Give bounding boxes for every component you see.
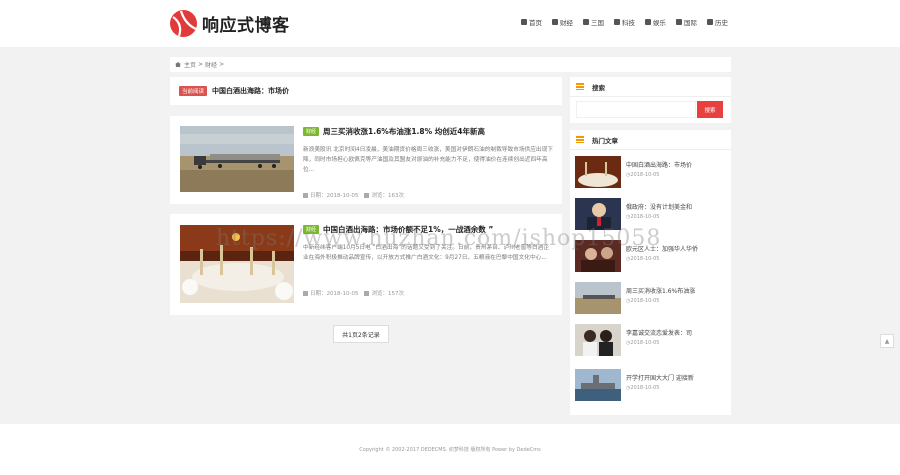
hot-article-date: ◷2018-10-05 <box>626 340 659 346</box>
copyright-text: Copyright © 2002-2017 DEDECMS. 织梦科技 版权所有… <box>359 447 541 453</box>
post-excerpt: 新浪美股讯 北京时间4日凌晨，美油期货价格周三收涨，美国对伊朗石油的制裁导致市场… <box>303 147 553 173</box>
nav-item-world[interactable]: 国际 <box>676 17 697 27</box>
hot-articles-widget: 热门文章 中国白酒出海路：市场价 ◷2018-10-05 俄政府：没有计划美金和… <box>570 130 731 415</box>
hot-article-thumbnail[interactable] <box>575 369 621 401</box>
nav-item-finance[interactable]: 财经 <box>552 17 573 27</box>
nav-item-history[interactable]: 历史 <box>707 17 728 27</box>
current-reading-tag: 当前阅读 <box>179 86 208 96</box>
widget-header: 热门文章 <box>570 130 731 150</box>
home-icon <box>521 19 527 25</box>
nav-label: 科技 <box>622 19 635 27</box>
home-icon <box>175 62 181 67</box>
current-reading-box: 当前阅读 中国白酒出海路：市场价 <box>170 77 562 105</box>
hot-article-date-text: 2018-10-05 <box>630 298 660 304</box>
nav-item-entertainment[interactable]: 娱乐 <box>645 17 666 27</box>
nav-label: 娱乐 <box>653 19 666 27</box>
post-meta: 日期：2018-10-05 浏览：157次 <box>303 289 553 297</box>
hot-article-date-text: 2018-10-05 <box>630 214 660 220</box>
post-body: 财经 周三买消收涨1.6%布油涨1.8% 均创近4年新高 新浪美股讯 北京时间4… <box>303 126 553 199</box>
nav-label: 国际 <box>684 19 697 27</box>
nav-item-sanguo[interactable]: 三国 <box>583 17 604 27</box>
nav-label: 三国 <box>591 19 604 27</box>
post-views: 浏览：163次 <box>364 191 404 199</box>
post-date-text: 日期：2018-10-05 <box>310 291 359 297</box>
post-views-text: 浏览：157次 <box>371 291 404 297</box>
nav-label: 历史 <box>715 19 728 27</box>
breadcrumb-separator: > <box>219 61 225 68</box>
hot-article-title[interactable]: 俄政府：没有计划美金和 <box>626 202 726 211</box>
hot-article-date: ◷2018-10-05 <box>626 172 659 178</box>
hot-article-item[interactable]: 李嘉诚交流恋爱发表：司 ◷2018-10-05 <box>575 324 725 356</box>
hot-article-date-text: 2018-10-05 <box>630 385 660 391</box>
post-thumbnail[interactable] <box>180 126 294 192</box>
breadcrumb: 主页 > 财经 > <box>170 57 731 72</box>
logo-ball-icon <box>170 10 197 37</box>
calendar-icon <box>303 291 308 296</box>
clock-icon <box>707 19 713 25</box>
hot-article-date: ◷2018-10-05 <box>626 385 659 391</box>
widget-header: 搜索 <box>570 77 731 97</box>
watermark-text: https://www.huzhan.com/ishop15058 <box>216 226 662 251</box>
hot-article-item[interactable]: 周三买消收涨1.6%布油涨 ◷2018-10-05 <box>575 282 725 314</box>
post-views-text: 浏览：163次 <box>371 193 404 199</box>
search-widget: 搜索 搜索 <box>570 77 731 123</box>
pagination-info[interactable]: 共1页2条记录 <box>333 325 389 343</box>
post-card: 财经 周三买消收涨1.6%布油涨1.8% 均创近4年新高 新浪美股讯 北京时间4… <box>170 116 562 204</box>
chevron-up-icon: ▲ <box>884 337 890 345</box>
post-meta: 日期：2018-10-05 浏览：163次 <box>303 191 553 199</box>
search-input[interactable] <box>576 101 696 118</box>
main-nav: 首页 财经 三国 科技 娱乐 国际 历史 <box>521 17 728 27</box>
hot-article-thumbnail[interactable] <box>575 324 621 356</box>
hot-article-item[interactable]: 开学打开国大大门 迎接新 ◷2018-10-05 <box>575 369 725 401</box>
widget-title: 热门文章 <box>592 136 618 145</box>
hot-article-date-text: 2018-10-05 <box>630 172 660 178</box>
nav-item-home[interactable]: 首页 <box>521 17 542 27</box>
hot-article-title[interactable]: 周三买消收涨1.6%布油涨 <box>626 286 726 295</box>
chart-icon <box>552 19 558 25</box>
search-button[interactable]: 搜索 <box>697 101 723 118</box>
user-icon <box>676 19 682 25</box>
list-icon <box>576 83 584 90</box>
hot-article-date: ◷2018-10-05 <box>626 214 659 220</box>
back-to-top-button[interactable]: ▲ <box>880 334 894 348</box>
list-icon <box>576 136 584 143</box>
hot-article-thumbnail[interactable] <box>575 282 621 314</box>
post-date-text: 日期：2018-10-05 <box>310 193 359 199</box>
post-title-row: 财经 周三买消收涨1.6%布油涨1.8% 均创近4年新高 <box>303 126 553 137</box>
hot-article-thumbnail[interactable] <box>575 156 621 188</box>
nav-label: 首页 <box>529 19 542 27</box>
site-name: 响应式博客 <box>202 16 290 36</box>
chat-icon <box>645 19 651 25</box>
hot-article-title[interactable]: 中国白酒出海路：市场价 <box>626 160 726 169</box>
hot-article-title[interactable]: 开学打开国大大门 迎接新 <box>626 373 726 382</box>
breadcrumb-current[interactable]: 财经 <box>205 60 217 69</box>
site-header: 响应式博客 首页 财经 三国 科技 娱乐 国际 历史 <box>0 0 900 47</box>
current-reading-title[interactable]: 中国白酒出海路：市场价 <box>212 86 289 96</box>
widget-title: 搜索 <box>592 83 605 92</box>
post-views: 浏览：157次 <box>364 289 404 297</box>
hot-article-date-text: 2018-10-05 <box>630 340 660 346</box>
post-title[interactable]: 周三买消收涨1.6%布油涨1.8% 均创近4年新高 <box>323 126 485 137</box>
breadcrumb-separator: > <box>198 61 204 68</box>
monitor-icon <box>614 19 620 25</box>
hot-article-item[interactable]: 中国白酒出海路：市场价 ◷2018-10-05 <box>575 156 725 188</box>
post-category-tag[interactable]: 财经 <box>303 127 320 136</box>
eye-icon <box>364 291 370 296</box>
post-date: 日期：2018-10-05 <box>303 289 358 297</box>
eye-icon <box>364 193 370 198</box>
hot-article-date-text: 2018-10-05 <box>630 256 660 262</box>
hot-article-date: ◷2018-10-05 <box>626 298 659 304</box>
hot-article-title[interactable]: 李嘉诚交流恋爱发表：司 <box>626 328 726 337</box>
nav-item-tech[interactable]: 科技 <box>614 17 635 27</box>
site-logo[interactable]: 响应式博客 <box>170 10 290 37</box>
calendar-icon <box>303 193 308 198</box>
hot-article-date: ◷2018-10-05 <box>626 256 659 262</box>
site-footer: Copyright © 2002-2017 DEDECMS. 织梦科技 版权所有… <box>0 424 900 475</box>
book-icon <box>583 19 589 25</box>
breadcrumb-home[interactable]: 主页 <box>184 60 196 69</box>
post-date: 日期：2018-10-05 <box>303 191 358 199</box>
nav-label: 财经 <box>560 19 573 27</box>
